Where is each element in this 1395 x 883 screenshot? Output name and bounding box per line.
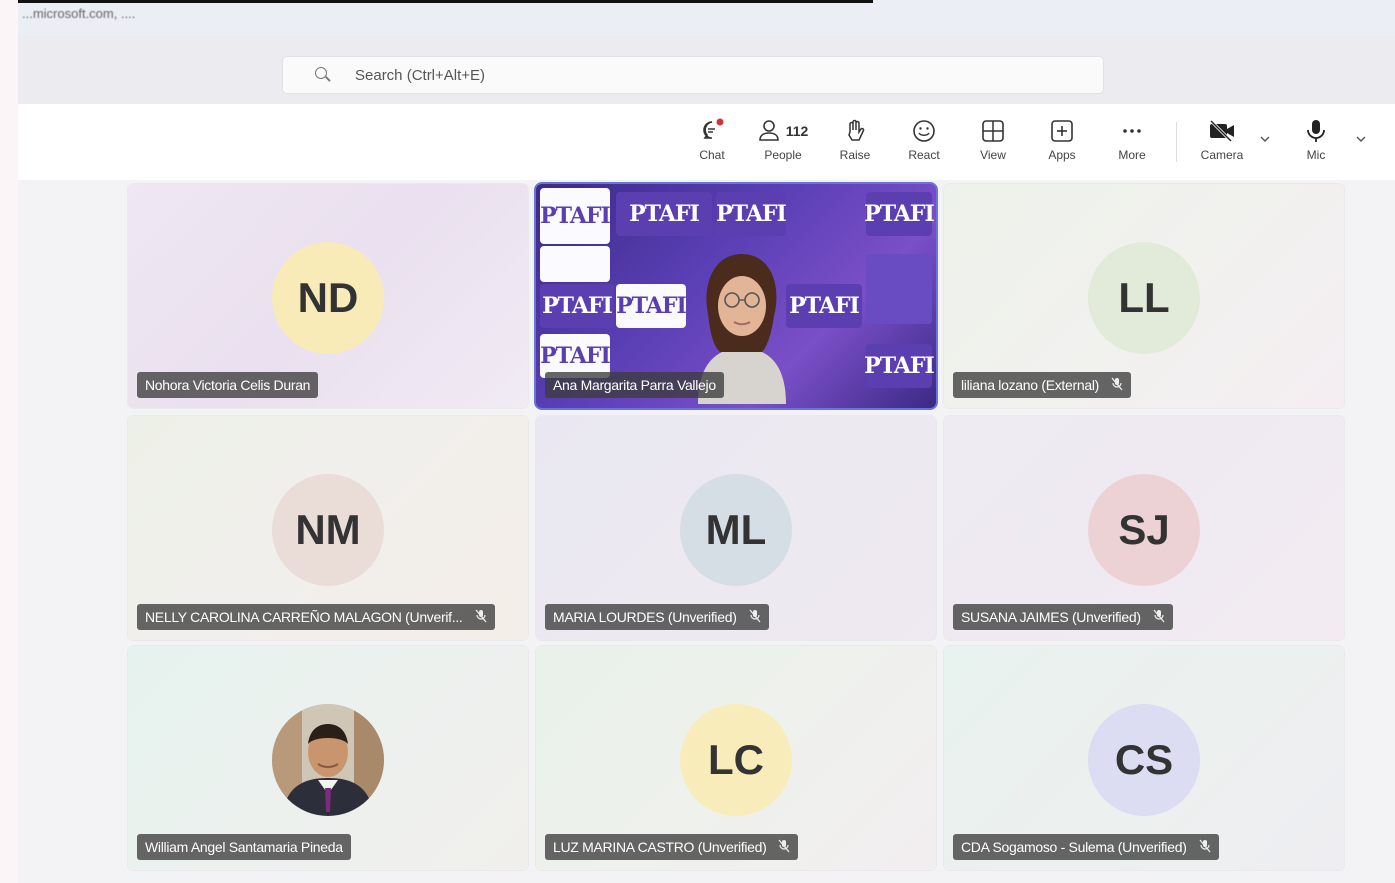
raise-hand-button[interactable]: Raise xyxy=(835,116,875,172)
raise-label: Raise xyxy=(839,148,871,162)
participant-avatar: LC xyxy=(680,704,792,816)
mic-muted-icon xyxy=(1199,839,1211,856)
chat-icon xyxy=(699,116,725,146)
camera-off-icon xyxy=(1207,116,1237,146)
participant-avatar: LL xyxy=(1088,242,1200,354)
mic-icon xyxy=(1304,116,1328,146)
participant-avatar: ND xyxy=(272,242,384,354)
view-button[interactable]: View xyxy=(973,116,1013,172)
apps-label: Apps xyxy=(1048,148,1076,162)
people-icon-wrap: 112 xyxy=(758,116,809,146)
video-background-panel xyxy=(866,254,932,324)
title-strip: ...microsoft.com, .... xyxy=(18,0,1395,36)
mic-muted-icon xyxy=(1153,609,1165,626)
people-button[interactable]: 112 People xyxy=(754,116,812,172)
camera-options-chevron-down-icon[interactable] xyxy=(1260,134,1270,144)
participant-avatar: SJ xyxy=(1088,474,1200,586)
participant-tile-active-speaker[interactable]: PTAFI PTAFI PTAFI PTAFI PTAFI PTAFI PTAF… xyxy=(534,182,938,410)
hand-icon xyxy=(842,116,868,146)
camera-label: Camera xyxy=(1200,148,1244,162)
search-box[interactable] xyxy=(282,56,1104,94)
more-label: More xyxy=(1118,148,1146,162)
smiley-icon xyxy=(911,116,937,146)
chat-button[interactable]: Chat xyxy=(692,116,732,172)
participant-name-tag: Nohora Victoria Celis Duran xyxy=(137,372,319,398)
mic-button[interactable]: Mic xyxy=(1298,116,1334,172)
people-label: People xyxy=(764,148,802,162)
add-apps-icon xyxy=(1049,116,1075,146)
video-background-logo: PTAFI xyxy=(540,188,611,244)
more-dots-icon xyxy=(1119,116,1145,146)
window-crumb: ...microsoft.com, .... xyxy=(22,6,136,21)
participant-name: SUSANA JAIMES (Unverified) xyxy=(961,609,1141,625)
participant-tile[interactable]: CS CDA Sogamoso - Sulema (Unverified) xyxy=(944,646,1344,870)
mic-muted-icon xyxy=(1111,377,1123,394)
participant-grid: ND Nohora Victoria Celis Duran PTAFI PTA… xyxy=(128,182,1348,874)
video-background-panel xyxy=(540,246,610,282)
video-background-logo: PTAFI xyxy=(864,192,935,236)
participant-name-tag: LUZ MARINA CASTRO (Unverified) xyxy=(545,834,799,860)
people-icon xyxy=(758,120,779,141)
participant-name-tag: NELLY CAROLINA CARREÑO MALAGON (Unverif.… xyxy=(137,604,495,630)
participant-name: liliana lozano (External) xyxy=(961,377,1100,393)
teams-meeting-window: ...microsoft.com, .... Chat xyxy=(18,0,1395,883)
react-label: React xyxy=(908,148,940,162)
video-background-logo: PTAFI xyxy=(786,284,862,328)
mic-label: Mic xyxy=(1306,148,1326,162)
mic-options-chevron-down-icon[interactable] xyxy=(1356,134,1366,144)
participant-name-tag: CDA Sogamoso - Sulema (Unverified) xyxy=(953,834,1219,860)
participant-name: William Angel Santamaria Pineda xyxy=(145,839,343,855)
video-background-logo: PTAFI xyxy=(616,192,712,236)
participant-avatar: ML xyxy=(680,474,792,586)
participant-name-tag: SUSANA JAIMES (Unverified) xyxy=(953,604,1173,630)
participant-avatar: CS xyxy=(1088,704,1200,816)
participant-tile[interactable]: LL liliana lozano (External) xyxy=(944,184,1344,408)
view-label: View xyxy=(980,148,1006,162)
search-row xyxy=(18,36,1395,104)
participant-name: Ana Margarita Parra Vallejo xyxy=(553,377,716,393)
mic-muted-icon xyxy=(749,609,761,626)
camera-button[interactable]: Camera xyxy=(1194,116,1250,172)
participant-name-tag: Ana Margarita Parra Vallejo xyxy=(545,372,724,398)
more-button[interactable]: More xyxy=(1112,116,1152,172)
react-button[interactable]: React xyxy=(904,116,944,172)
meeting-toolbar: Chat 112 People Raise React View Apps Mo… xyxy=(18,104,1395,180)
people-count: 112 xyxy=(785,123,809,139)
grid-view-icon xyxy=(980,116,1006,146)
chat-label: Chat xyxy=(699,148,725,162)
participant-photo xyxy=(272,704,384,816)
participant-name-tag: MARIA LOURDES (Unverified) xyxy=(545,604,769,630)
participant-name: CDA Sogamoso - Sulema (Unverified) xyxy=(961,839,1187,855)
search-icon xyxy=(315,67,331,83)
participant-tile[interactable]: LC LUZ MARINA CASTRO (Unverified) xyxy=(536,646,936,870)
participant-name: Nohora Victoria Celis Duran xyxy=(145,377,311,393)
video-background-logo: PTAFI xyxy=(540,284,614,328)
toolbar-divider xyxy=(1176,122,1177,162)
title-strip-bar xyxy=(18,0,873,3)
participant-name: LUZ MARINA CASTRO (Unverified) xyxy=(553,839,767,855)
search-input[interactable] xyxy=(353,65,957,85)
participant-tile[interactable]: ML MARIA LOURDES (Unverified) xyxy=(536,416,936,640)
apps-button[interactable]: Apps xyxy=(1042,116,1082,172)
participant-tile[interactable]: NM NELLY CAROLINA CARREÑO MALAGON (Unver… xyxy=(128,416,528,640)
mic-muted-icon xyxy=(475,609,487,626)
participant-tile[interactable]: SJ SUSANA JAIMES (Unverified) xyxy=(944,416,1344,640)
video-background-logo: PTAFI xyxy=(616,284,687,328)
video-background-logo: PTAFI xyxy=(864,344,935,388)
participant-avatar: NM xyxy=(272,474,384,586)
video-background-logo: PTAFI xyxy=(716,192,787,236)
participant-name-tag: William Angel Santamaria Pineda xyxy=(137,834,351,860)
participant-tile[interactable]: William Angel Santamaria Pineda xyxy=(128,646,528,870)
mic-muted-icon xyxy=(778,839,790,856)
participant-name-tag: liliana lozano (External) xyxy=(953,372,1132,398)
participant-name: MARIA LOURDES (Unverified) xyxy=(553,609,737,625)
participant-tile[interactable]: ND Nohora Victoria Celis Duran xyxy=(128,184,528,408)
participant-name: NELLY CAROLINA CARREÑO MALAGON (Unverif.… xyxy=(145,609,463,625)
